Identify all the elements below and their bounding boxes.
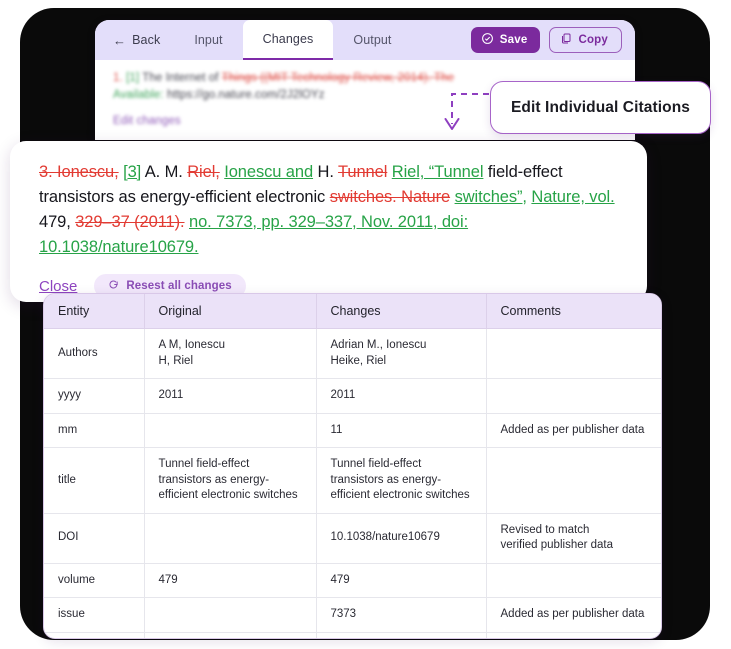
cell-comments bbox=[486, 563, 661, 598]
citation-segment-ins[interactable]: Riel, “Tunnel bbox=[392, 163, 484, 181]
tab-changes-label: Changes bbox=[262, 32, 314, 46]
tab-output-label: Output bbox=[353, 33, 392, 47]
cell-comments: Added as per publisher data bbox=[486, 597, 661, 633]
toolbar: ← Back Input Changes Output Save Copy bbox=[95, 20, 635, 60]
preview-available-label: Available: bbox=[113, 89, 164, 101]
back-button[interactable]: ← Back bbox=[95, 20, 174, 60]
table-row: Authors A M, Ionescu H, Riel Adrian M., Io… bbox=[44, 328, 661, 379]
tooltip-edit-individual-citations: Edit Individual Citations bbox=[490, 81, 711, 134]
cell-changes: Springer Science and Business Media LLC bbox=[316, 632, 487, 638]
citation-segment-ins[interactable]: switches”, bbox=[455, 188, 527, 206]
cell-comments bbox=[486, 378, 661, 414]
citation-segment-keep[interactable]: 479, bbox=[39, 213, 71, 231]
citation-segment-keep[interactable]: A. M. bbox=[145, 163, 183, 181]
cell-entity: publisher bbox=[44, 632, 145, 638]
preview-keep: The Internet of bbox=[142, 72, 219, 84]
cell-changes: 479 bbox=[316, 563, 487, 598]
cell-entity: DOI bbox=[44, 513, 145, 564]
table-row: DOI 10.1038/nature10679 Revised to match v… bbox=[44, 513, 661, 564]
cell-original: A M, Ionescu H, Riel bbox=[144, 328, 317, 379]
cell-comments bbox=[486, 328, 661, 379]
cell-original: 2011 bbox=[144, 378, 317, 414]
check-circle-icon bbox=[481, 32, 494, 48]
citation-segment-del[interactable]: 3. Ionescu, bbox=[39, 163, 119, 181]
copy-button[interactable]: Copy bbox=[549, 27, 622, 53]
tab-input-label: Input bbox=[194, 33, 223, 47]
back-button-label: Back bbox=[132, 33, 161, 47]
citation-segment-del[interactable]: Riel, bbox=[187, 163, 220, 181]
cell-entity: volume bbox=[44, 563, 145, 598]
cell-changes: 7373 bbox=[316, 597, 487, 633]
cell-changes: 10.1038/nature10679 bbox=[316, 513, 487, 564]
table-row: mm 11 Added as per publisher data bbox=[44, 413, 661, 448]
cell-entity: Authors bbox=[44, 328, 145, 379]
tab-input[interactable]: Input bbox=[174, 20, 242, 60]
cell-entity: yyyy bbox=[44, 378, 145, 414]
cell-changes: Adrian M., Ionescu Heike, Riel bbox=[316, 328, 487, 379]
column-header-original: Original bbox=[144, 294, 317, 329]
cell-original: Tunnel field-effect transistors as energ… bbox=[144, 447, 317, 514]
column-header-entity: Entity bbox=[44, 294, 145, 329]
cell-original: 479 bbox=[144, 563, 317, 598]
preview-ref: [1] bbox=[126, 72, 140, 84]
cell-original bbox=[144, 413, 317, 448]
preview-deleted: Things ((MIT Technology Review, 2014). T… bbox=[221, 72, 455, 84]
cell-comments: Added as per publisher data bbox=[486, 632, 661, 638]
citation-segment-del[interactable]: switches. Nature bbox=[330, 188, 450, 206]
table-row: title Tunnel field-effect transistors as … bbox=[44, 447, 661, 514]
changes-table: Entity Original Changes Comments Authors… bbox=[43, 293, 662, 639]
save-button-label: Save bbox=[499, 34, 528, 46]
cell-entity: title bbox=[44, 447, 145, 514]
cell-changes: 2011 bbox=[316, 378, 487, 414]
tab-changes[interactable]: Changes bbox=[242, 20, 334, 60]
citation-segment-ins[interactable]: [3] bbox=[123, 163, 141, 181]
column-header-comments: Comments bbox=[486, 294, 661, 329]
preview-url: https://go.nature.com/2J2lOYz bbox=[166, 89, 325, 101]
save-button[interactable]: Save bbox=[470, 27, 541, 53]
citation-segment-del[interactable]: 329–37 (2011). bbox=[75, 213, 184, 231]
arrow-left-icon: ← bbox=[113, 32, 127, 48]
cell-comments: Added as per publisher data bbox=[486, 413, 661, 448]
cell-original bbox=[144, 513, 317, 564]
citation-diff-text: 3. Ionescu, [3] A. M. Riel, Ionescu and … bbox=[39, 160, 625, 260]
cell-changes: Tunnel field-effect transistors as energ… bbox=[316, 447, 487, 514]
cell-changes: 11 bbox=[316, 413, 487, 448]
cell-original bbox=[144, 632, 317, 638]
cell-comments: Revised to match verified publisher data bbox=[486, 513, 661, 564]
preview-index: 1. bbox=[113, 72, 123, 84]
copy-button-label: Copy bbox=[578, 34, 608, 46]
citation-segment-ins[interactable]: Ionescu and bbox=[224, 163, 313, 181]
toolbar-actions: Save Copy bbox=[470, 20, 635, 60]
table-row: yyyy 2011 2011 bbox=[44, 378, 661, 414]
reset-all-changes-label: Resest all changes bbox=[126, 280, 232, 292]
table-row: volume 479 479 bbox=[44, 563, 661, 598]
cell-comments bbox=[486, 447, 661, 514]
cell-entity: mm bbox=[44, 413, 145, 448]
tooltip-label: Edit Individual Citations bbox=[510, 98, 691, 116]
refresh-icon bbox=[108, 279, 119, 293]
citation-edit-card: 3. Ionescu, [3] A. M. Riel, Ionescu and … bbox=[10, 141, 647, 302]
tab-output[interactable]: Output bbox=[333, 20, 411, 60]
cell-entity: issue bbox=[44, 597, 145, 633]
citation-segment-ins[interactable]: Nature, vol. bbox=[531, 188, 614, 206]
citation-segment-keep[interactable]: H. bbox=[318, 163, 334, 181]
table-row: publisher Springer Science and Business M… bbox=[44, 632, 661, 638]
column-header-changes: Changes bbox=[316, 294, 487, 329]
close-link[interactable]: Close bbox=[39, 278, 77, 295]
table-header-row: Entity Original Changes Comments bbox=[44, 294, 661, 329]
copy-icon bbox=[560, 32, 572, 48]
citation-segment-del[interactable]: Tunnel bbox=[338, 163, 387, 181]
cell-original bbox=[144, 597, 317, 633]
table-row: issue 7373 Added as per publisher data bbox=[44, 597, 661, 633]
